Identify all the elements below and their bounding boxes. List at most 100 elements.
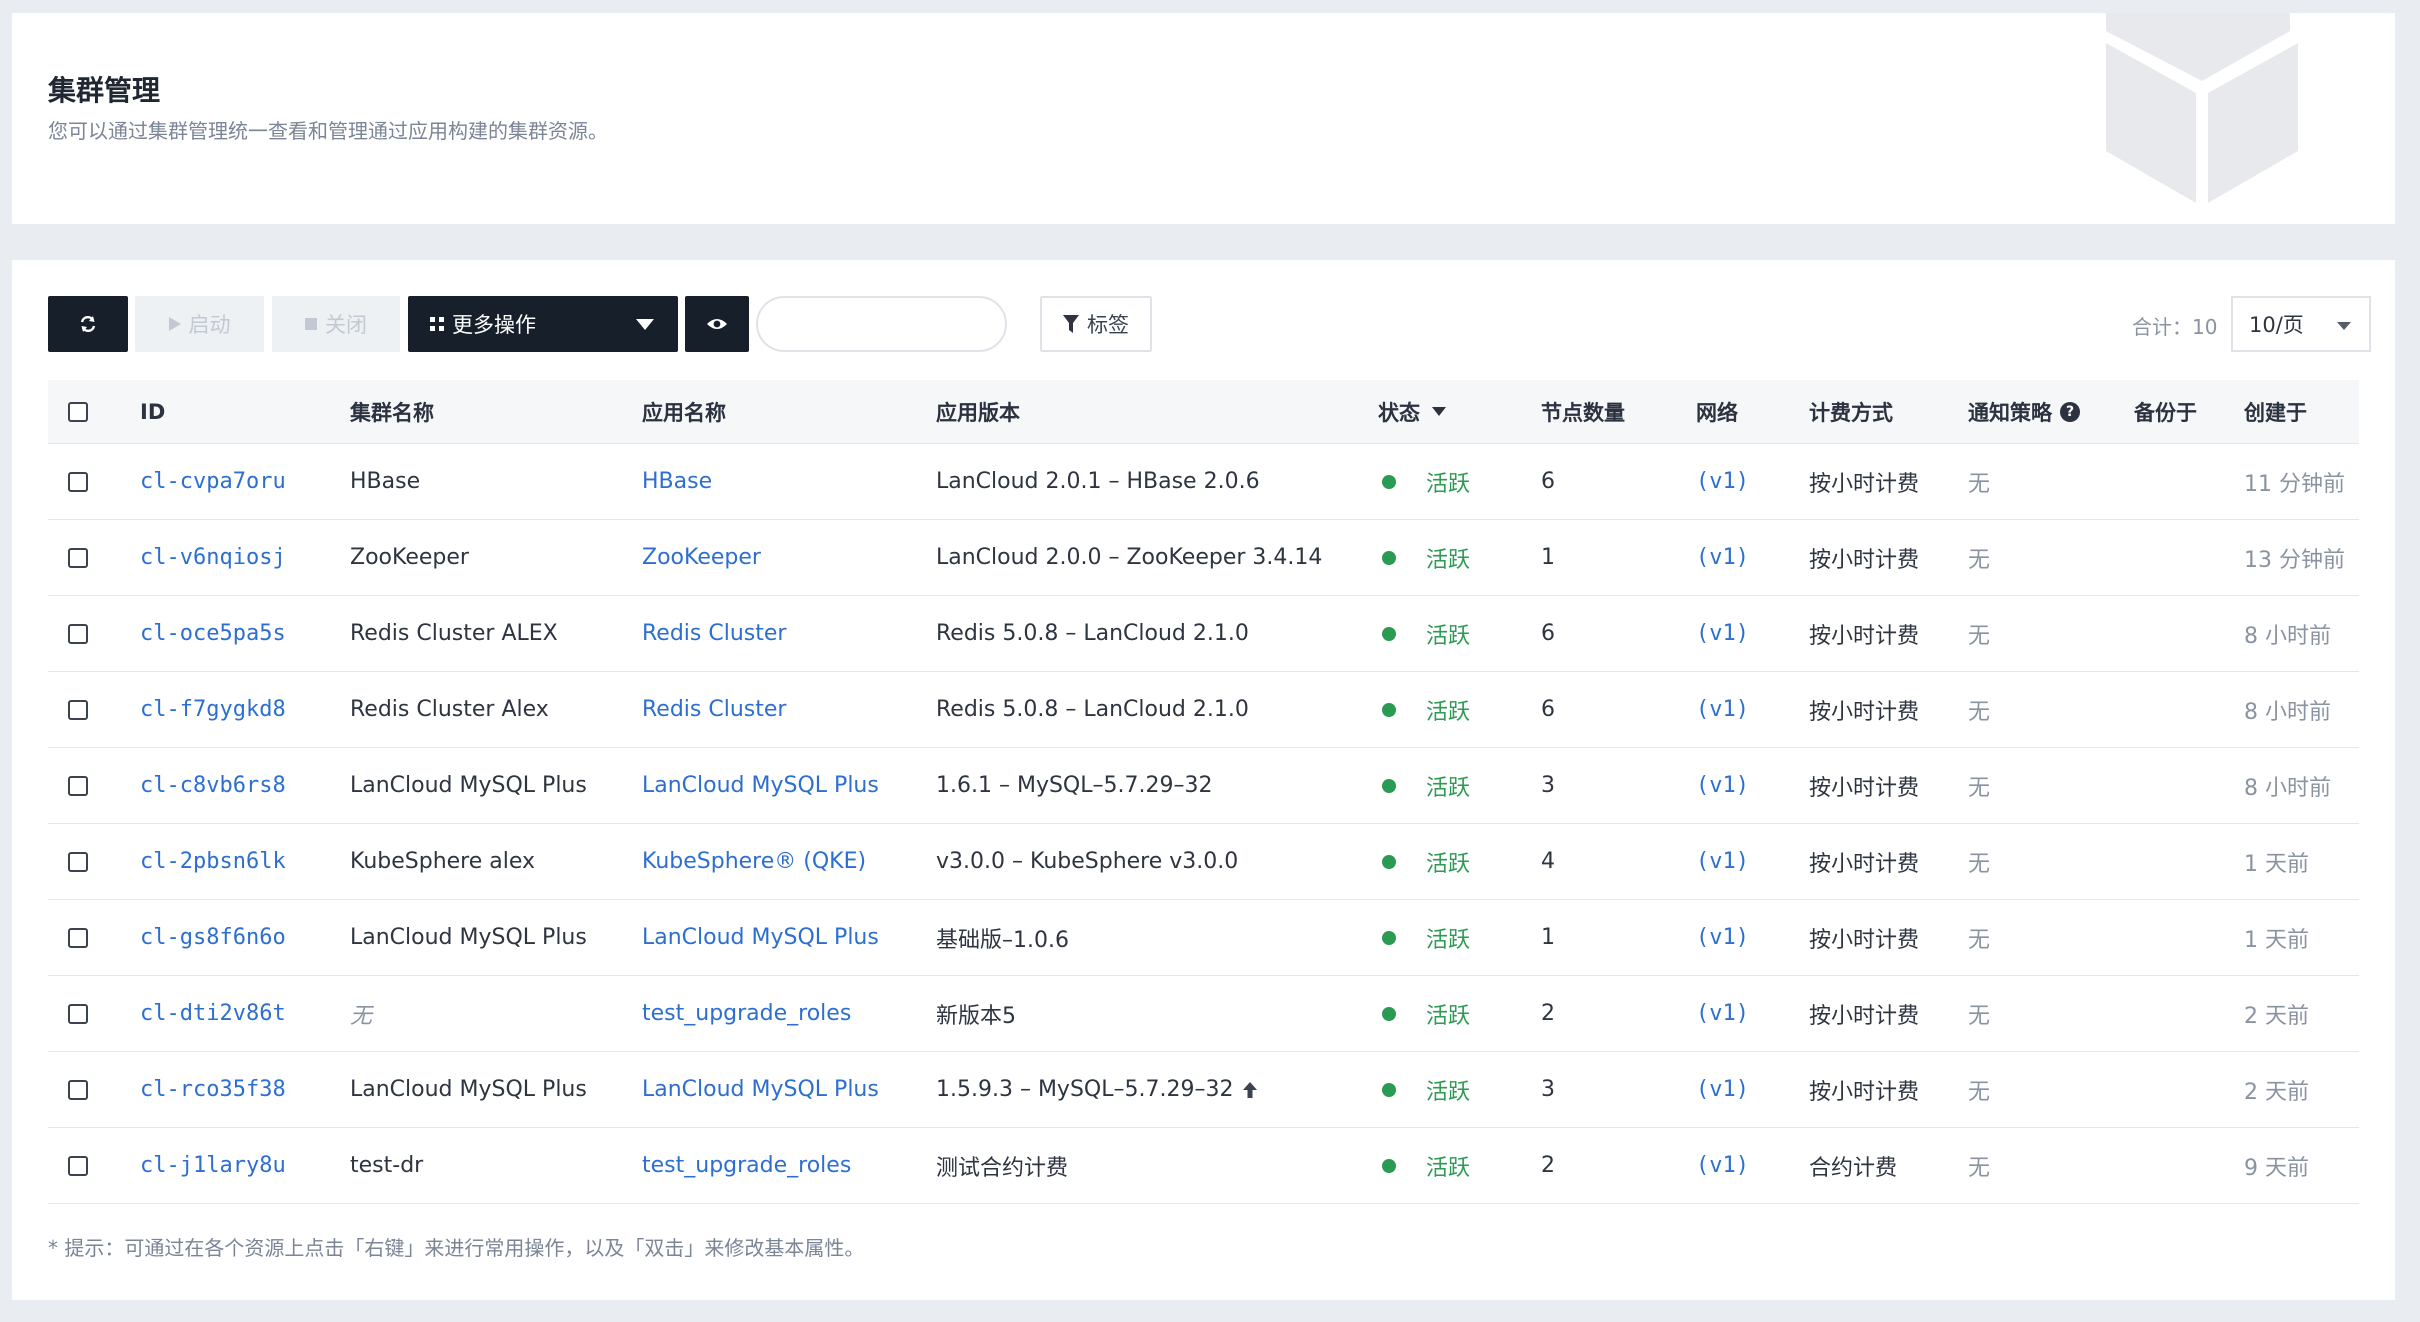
table-row[interactable]: cl-v6nqiosj ZooKeeper ZooKeeper LanCloud… [48, 520, 2359, 596]
cube-icon [2106, 13, 2298, 203]
network-link[interactable]: (v1) [1696, 672, 1749, 747]
usage-hint: * 提示：可通过在各个资源上点击「右键」来进行常用操作，以及「双击」来修改基本属… [48, 1236, 865, 1260]
stop-icon [305, 318, 317, 330]
cluster-name: LanCloud MySQL Plus [350, 925, 587, 950]
status-text: 活跃 [1426, 775, 1471, 801]
app-name-link[interactable]: Redis Cluster [642, 672, 786, 747]
app-name-link[interactable]: test_upgrade_roles [642, 976, 851, 1051]
table-row[interactable]: cl-dti2v86t 无 test_upgrade_roles 新版本5 活跃… [48, 976, 2359, 1052]
row-checkbox[interactable] [68, 547, 88, 568]
node-count: 2 [1541, 1001, 1555, 1026]
column-visibility-button[interactable] [685, 296, 749, 352]
page-title: 集群管理 [48, 74, 161, 107]
row-checkbox[interactable] [68, 851, 88, 872]
network-link[interactable]: (v1) [1696, 1052, 1749, 1127]
node-count: 4 [1541, 849, 1555, 874]
app-version: 1.6.1 – MySQL–5.7.29–32 [936, 773, 1213, 798]
header-notification[interactable]: 通知策略 ? [1968, 380, 2080, 443]
header-name[interactable]: 集群名称 [350, 380, 434, 443]
page-size-select[interactable]: 10/页 [2231, 296, 2371, 352]
table-row[interactable]: cl-j1lary8u test-dr test_upgrade_roles 测… [48, 1128, 2359, 1204]
cluster-id-link[interactable]: cl-v6nqiosj [140, 520, 286, 595]
table-row[interactable]: cl-oce5pa5s Redis Cluster ALEX Redis Clu… [48, 596, 2359, 672]
eye-icon [707, 319, 727, 329]
cluster-id-link[interactable]: cl-c8vb6rs8 [140, 748, 286, 823]
status-text: 活跃 [1426, 699, 1471, 725]
header-id[interactable]: ID [140, 380, 165, 443]
row-checkbox[interactable] [68, 699, 88, 720]
search-input[interactable] [756, 296, 1007, 352]
network-link[interactable]: (v1) [1696, 444, 1749, 519]
app-version: v3.0.0 – KubeSphere v3.0.0 [936, 849, 1239, 874]
cluster-id-link[interactable]: cl-j1lary8u [140, 1128, 286, 1203]
network-link[interactable]: (v1) [1696, 824, 1749, 899]
status-cell: 活跃 [1378, 520, 1470, 595]
status-dot-icon [1382, 550, 1396, 565]
network-link[interactable]: (v1) [1696, 900, 1749, 975]
help-icon[interactable]: ? [2060, 401, 2080, 422]
cluster-id-link[interactable]: cl-2pbsn6lk [140, 824, 286, 899]
header-status[interactable]: 状态 [1378, 380, 1446, 443]
header-version[interactable]: 应用版本 [936, 380, 1020, 443]
app-name-link[interactable]: KubeSphere® (QKE) [642, 824, 866, 899]
app-name-link[interactable]: HBase [642, 444, 712, 519]
table-row[interactable]: cl-2pbsn6lk KubeSphere alex KubeSphere® … [48, 824, 2359, 900]
row-checkbox[interactable] [68, 927, 88, 948]
row-checkbox[interactable] [68, 471, 88, 492]
caret-down-icon[interactable] [1432, 407, 1446, 416]
row-checkbox[interactable] [68, 775, 88, 796]
row-checkbox[interactable] [68, 1155, 88, 1176]
app-name-link[interactable]: test_upgrade_roles [642, 1128, 851, 1203]
app-name-link[interactable]: LanCloud MySQL Plus [642, 748, 879, 823]
start-button[interactable]: 启动 [135, 296, 264, 352]
cluster-name: Redis Cluster Alex [350, 697, 549, 722]
app-name-link[interactable]: LanCloud MySQL Plus [642, 1052, 879, 1127]
app-name-link[interactable]: ZooKeeper [642, 520, 761, 595]
cluster-id-link[interactable]: cl-rco35f38 [140, 1052, 286, 1127]
cluster-table: ID 集群名称 应用名称 应用版本 状态 节点数量 网络 计费方式 通知策略 ?… [48, 380, 2359, 1204]
network-link[interactable]: (v1) [1696, 1128, 1749, 1203]
table-row[interactable]: cl-gs8f6n6o LanCloud MySQL Plus LanCloud… [48, 900, 2359, 976]
cluster-id-link[interactable]: cl-f7gygkd8 [140, 672, 286, 747]
table-row[interactable]: cl-rco35f38 LanCloud MySQL Plus LanCloud… [48, 1052, 2359, 1128]
status-dot-icon [1382, 1006, 1396, 1021]
cluster-id-link[interactable]: cl-cvpa7oru [140, 444, 286, 519]
node-count: 6 [1541, 469, 1555, 494]
tag-filter-button[interactable]: 标签 [1040, 296, 1152, 352]
stop-button[interactable]: 关闭 [272, 296, 400, 352]
cluster-id-link[interactable]: cl-dti2v86t [140, 976, 286, 1051]
status-text: 活跃 [1426, 623, 1471, 649]
app-version: 基础版–1.0.6 [936, 927, 1069, 953]
app-version: Redis 5.0.8 – LanCloud 2.1.0 [936, 621, 1249, 646]
app-name-link[interactable]: Redis Cluster [642, 596, 786, 671]
select-all-checkbox[interactable] [68, 401, 88, 422]
header-app[interactable]: 应用名称 [642, 380, 726, 443]
row-checkbox[interactable] [68, 623, 88, 644]
cluster-name: Redis Cluster ALEX [350, 621, 558, 646]
row-checkbox[interactable] [68, 1003, 88, 1024]
header-network[interactable]: 网络 [1696, 380, 1738, 443]
network-link[interactable]: (v1) [1696, 520, 1749, 595]
table-row[interactable]: cl-c8vb6rs8 LanCloud MySQL Plus LanCloud… [48, 748, 2359, 824]
header-billing[interactable]: 计费方式 [1809, 380, 1893, 443]
created-time: 8 小时前 [2244, 699, 2331, 725]
cluster-id-link[interactable]: cl-gs8f6n6o [140, 900, 286, 975]
cluster-name: ZooKeeper [350, 545, 469, 570]
table-row[interactable]: cl-f7gygkd8 Redis Cluster Alex Redis Clu… [48, 672, 2359, 748]
cluster-id-link[interactable]: cl-oce5pa5s [140, 596, 286, 671]
more-actions-dropdown[interactable]: 更多操作 [408, 296, 678, 352]
network-link[interactable]: (v1) [1696, 596, 1749, 671]
network-link[interactable]: (v1) [1696, 976, 1749, 1051]
header-created[interactable]: 创建于 [2244, 380, 2307, 443]
row-check-cell [68, 444, 88, 519]
app-name-link[interactable]: LanCloud MySQL Plus [642, 900, 879, 975]
billing-mode: 按小时计费 [1809, 623, 1920, 649]
total-count: 合计：10 [2132, 315, 2218, 339]
network-link[interactable]: (v1) [1696, 748, 1749, 823]
refresh-button[interactable] [48, 296, 128, 352]
header-nodes[interactable]: 节点数量 [1541, 380, 1625, 443]
upgrade-arrow-icon[interactable] [1243, 1081, 1258, 1098]
header-backup[interactable]: 备份于 [2134, 380, 2197, 443]
table-row[interactable]: cl-cvpa7oru HBase HBase LanCloud 2.0.1 –… [48, 444, 2359, 520]
row-checkbox[interactable] [68, 1079, 88, 1100]
